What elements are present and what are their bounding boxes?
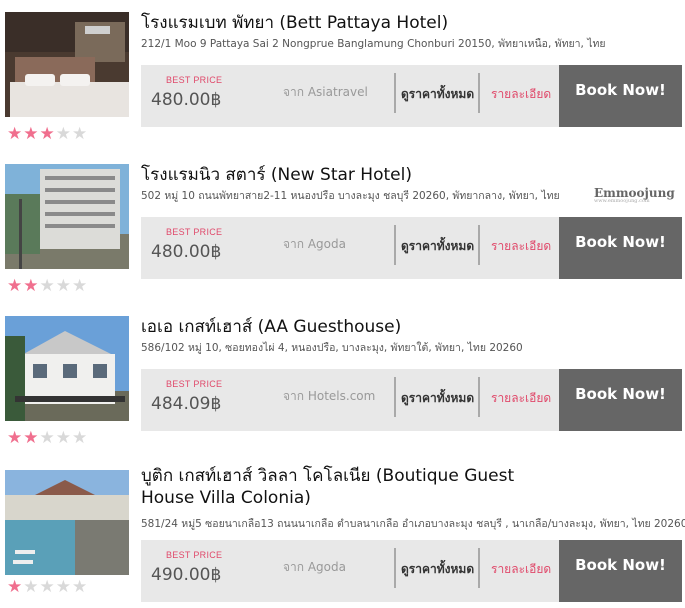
price-source: จาก Asiatravel	[283, 85, 368, 99]
details-link[interactable]: รายละเอียด	[491, 85, 551, 104]
details-link[interactable]: รายละเอียด	[491, 560, 551, 579]
best-price-label: BEST PRICE	[166, 550, 223, 560]
divider	[394, 225, 396, 265]
star-icon: ★	[55, 577, 71, 597]
book-now-button[interactable]: Book Now!	[559, 65, 682, 127]
divider	[394, 73, 396, 113]
hotel-title[interactable]: บูติก เกสท์เฮาส์ วิลลา โคโลเนีย (Boutiqu…	[141, 465, 561, 509]
divider	[394, 377, 396, 417]
hotel-address: 212/1 Moo 9 Pattaya Sai 2 Nongprue Bangl…	[141, 38, 606, 50]
star-icon: ★	[7, 428, 23, 448]
star-icon: ★	[39, 124, 55, 144]
star-icon: ★	[55, 276, 71, 296]
divider	[478, 377, 480, 417]
star-icon: ★	[23, 124, 39, 144]
all-prices-link[interactable]: ดูราคาทั้งหมด	[401, 237, 474, 256]
star-icon: ★	[7, 276, 23, 296]
hotel-photo[interactable]	[5, 164, 129, 269]
hotel-photo[interactable]	[5, 12, 129, 117]
hotel-photo[interactable]	[5, 470, 129, 575]
price-source: จาก Agoda	[283, 560, 346, 574]
book-now-button[interactable]: Book Now!	[559, 217, 682, 279]
best-price-label: BEST PRICE	[166, 227, 223, 237]
all-prices-link[interactable]: ดูราคาทั้งหมด	[401, 389, 474, 408]
price-value: 484.09฿	[151, 394, 222, 414]
divider	[478, 225, 480, 265]
star-rating: ★★★★★	[7, 124, 88, 143]
star-icon: ★	[23, 428, 39, 448]
star-rating: ★★★★★	[7, 276, 88, 295]
price-panel: BEST PRICE 490.00฿ จาก Agoda ดูราคาทั้งห…	[141, 540, 682, 602]
star-icon: ★	[72, 124, 88, 144]
watermark-logo: Emmoojung www.emmoojung.com	[594, 186, 675, 204]
divider	[394, 548, 396, 588]
best-price-label: BEST PRICE	[166, 379, 223, 389]
details-link[interactable]: รายละเอียด	[491, 237, 551, 256]
book-now-button[interactable]: Book Now!	[559, 369, 682, 431]
best-price-label: BEST PRICE	[166, 75, 223, 85]
price-value: 490.00฿	[151, 565, 222, 585]
price-panel: BEST PRICE 480.00฿ จาก Agoda ดูราคาทั้งห…	[141, 217, 682, 279]
hotel-address: 586/102 หมู่ 10, ซอยทองไผ่ 4, หนองปรือ, …	[141, 342, 523, 354]
details-link[interactable]: รายละเอียด	[491, 389, 551, 408]
star-icon: ★	[7, 124, 23, 144]
hotel-address: 581/24 หมู่5 ซอยนาเกลือ13 ถนนนาเกลือ ตำบ…	[141, 518, 685, 530]
star-icon: ★	[55, 428, 71, 448]
hotel-photo[interactable]	[5, 316, 129, 421]
star-icon: ★	[23, 276, 39, 296]
price-value: 480.00฿	[151, 242, 222, 262]
star-icon: ★	[55, 124, 71, 144]
book-now-button[interactable]: Book Now!	[559, 540, 682, 602]
star-rating: ★★★★★	[7, 428, 88, 447]
price-source: จาก Hotels.com	[283, 389, 376, 403]
star-icon: ★	[72, 428, 88, 448]
all-prices-link[interactable]: ดูราคาทั้งหมด	[401, 560, 474, 579]
hotel-title[interactable]: เอเอ เกสท์เฮาส์ (AA Guesthouse)	[141, 316, 561, 338]
price-source: จาก Agoda	[283, 237, 346, 251]
price-panel: BEST PRICE 480.00฿ จาก Asiatravel ดูราคา…	[141, 65, 682, 127]
star-icon: ★	[39, 276, 55, 296]
all-prices-link[interactable]: ดูราคาทั้งหมด	[401, 85, 474, 104]
price-value: 480.00฿	[151, 90, 222, 110]
star-icon: ★	[39, 577, 55, 597]
hotel-address: 502 หมู่ 10 ถนนพัทยาสาย2-11 หนองปรือ บาง…	[141, 190, 560, 202]
star-icon: ★	[23, 577, 39, 597]
hotel-title[interactable]: โรงแรมนิว สตาร์ (New Star Hotel)	[141, 164, 561, 186]
divider	[478, 548, 480, 588]
star-rating: ★★★★★	[7, 577, 88, 596]
star-icon: ★	[7, 577, 23, 597]
star-icon: ★	[72, 577, 88, 597]
price-panel: BEST PRICE 484.09฿ จาก Hotels.com ดูราคา…	[141, 369, 682, 431]
divider	[478, 73, 480, 113]
star-icon: ★	[39, 428, 55, 448]
star-icon: ★	[72, 276, 88, 296]
hotel-title[interactable]: โรงแรมเบท พัทยา (Bett Pattaya Hotel)	[141, 12, 561, 34]
